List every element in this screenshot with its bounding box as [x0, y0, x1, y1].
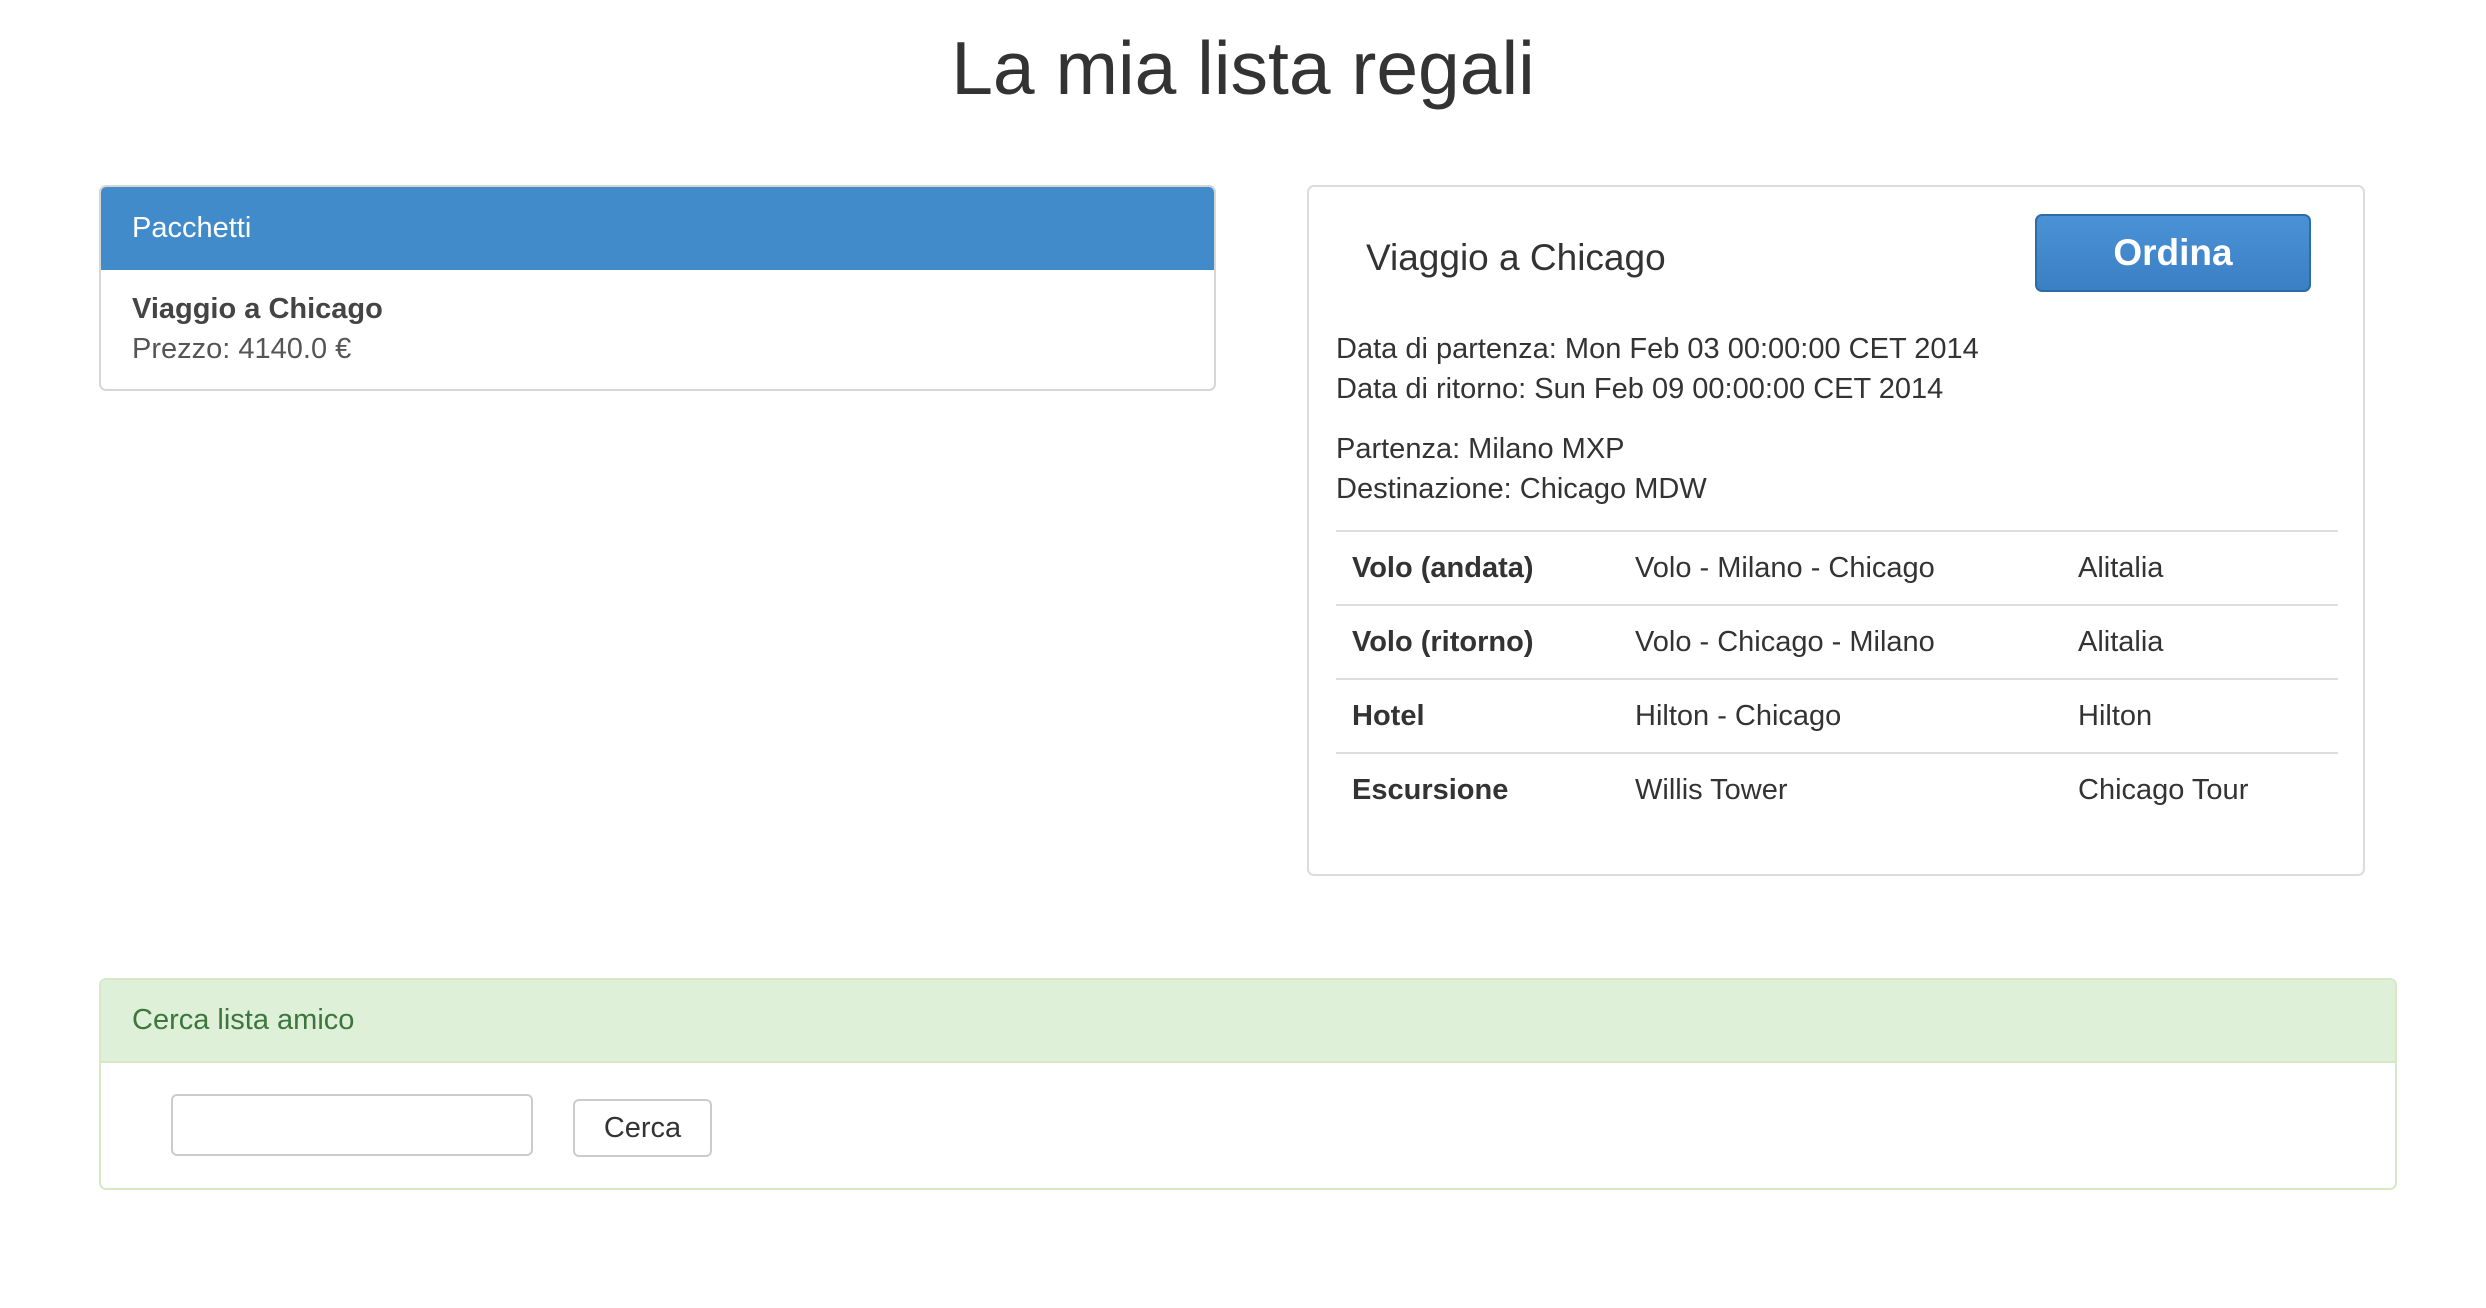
page-title: La mia lista regali	[951, 26, 1535, 110]
package-price: Prezzo: 4140.0 €	[132, 333, 352, 365]
table-row: Hotel Hilton - Chicago Hilton	[1336, 678, 2338, 753]
trip-locations: Partenza: Milano MXP Destinazione: Chica…	[1336, 429, 1707, 509]
service-provider: Alitalia	[2062, 604, 2338, 679]
service-name: Volo - Chicago - Milano	[1619, 604, 2062, 679]
friend-search-heading: Cerca lista amico	[101, 980, 2395, 1063]
order-button[interactable]: Ordina	[2035, 214, 2311, 292]
search-button[interactable]: Cerca	[573, 1099, 712, 1157]
destination: Destinazione: Chicago MDW	[1336, 473, 1707, 505]
table-row: Volo (ritorno) Volo - Chicago - Milano A…	[1336, 604, 2338, 679]
table-row: Volo (andata) Volo - Milano - Chicago Al…	[1336, 530, 2338, 605]
service-provider: Hilton	[2062, 678, 2338, 753]
service-name: Volo - Milano - Chicago	[1619, 530, 2062, 605]
friend-search-panel: Cerca lista amico Cerca	[99, 978, 2397, 1190]
trip-dates: Data di partenza: Mon Feb 03 00:00:00 CE…	[1336, 329, 1979, 409]
packages-panel-heading: Pacchetti	[101, 187, 1214, 270]
origin: Partenza: Milano MXP	[1336, 433, 1625, 465]
packages-panel: Pacchetti Viaggio a Chicago Prezzo: 4140…	[99, 185, 1216, 391]
service-type: Volo (andata)	[1336, 530, 1619, 605]
services-table: Volo (andata) Volo - Milano - Chicago Al…	[1336, 530, 2338, 827]
return-date: Data di ritorno: Sun Feb 09 00:00:00 CET…	[1336, 373, 1944, 405]
table-row: Escursione Willis Tower Chicago Tour	[1336, 752, 2338, 827]
service-provider: Chicago Tour	[2062, 752, 2338, 827]
service-provider: Alitalia	[2062, 530, 2338, 605]
departure-date: Data di partenza: Mon Feb 03 00:00:00 CE…	[1336, 333, 1979, 365]
package-item[interactable]: Viaggio a Chicago Prezzo: 4140.0 €	[101, 270, 1214, 369]
detail-title: Viaggio a Chicago	[1366, 237, 1666, 278]
service-name: Willis Tower	[1619, 752, 2062, 827]
service-name: Hilton - Chicago	[1619, 678, 2062, 753]
service-type: Hotel	[1336, 678, 1619, 753]
package-detail-panel: Viaggio a Chicago Ordina Data di partenz…	[1307, 185, 2365, 876]
service-type: Volo (ritorno)	[1336, 604, 1619, 679]
service-type: Escursione	[1336, 752, 1619, 827]
friend-search-input[interactable]	[171, 1094, 533, 1156]
package-name: Viaggio a Chicago	[132, 293, 383, 325]
